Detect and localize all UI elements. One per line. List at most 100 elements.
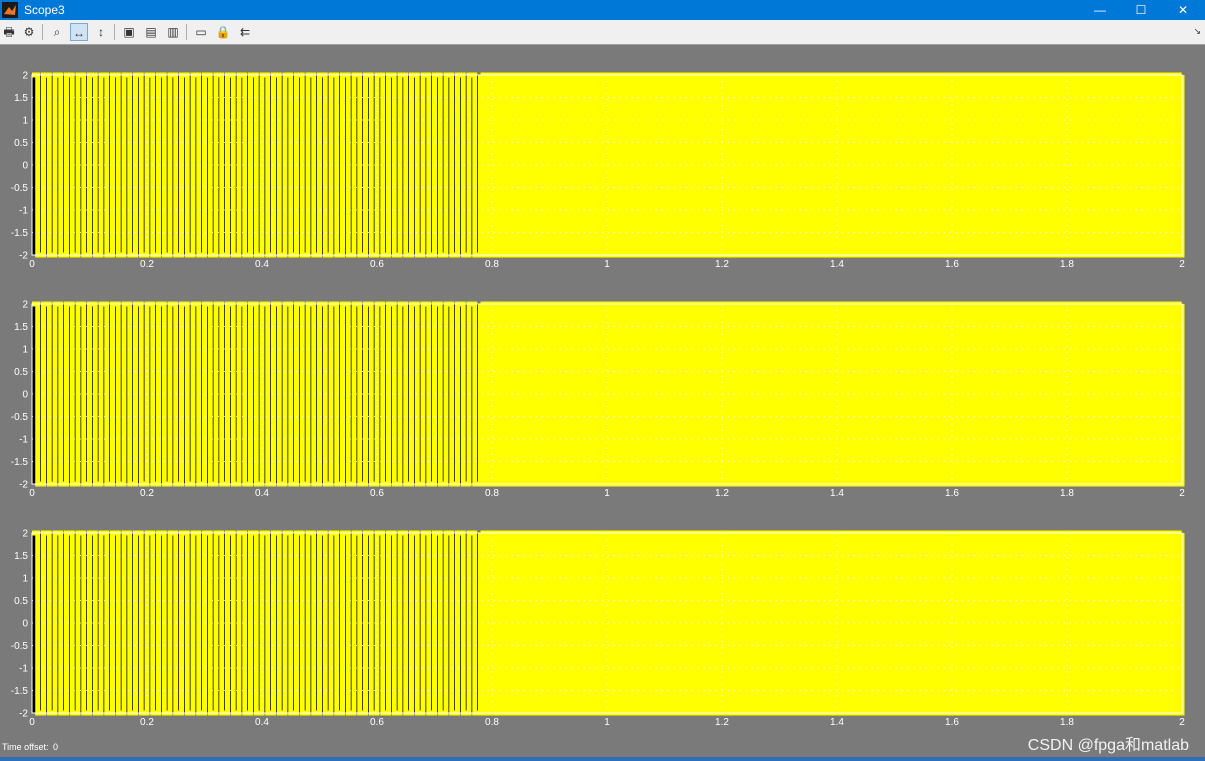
autoscale-icon: ▣ bbox=[123, 25, 135, 39]
floating-scope-button[interactable]: ▭ bbox=[192, 23, 210, 41]
scope-plot-area: 0 0.2 0.4 0.6 0.8 1 1.2 1.4 1.6 1.8 2 2 1.5 1 0.5 0 -0.5… bbox=[11, 71, 1185, 729]
scope-axes-3: 0 0.2 0.4 0.6 0.8 1 1.2 1.4 1.6 1.8 2 2 1.5 1 0.5 0 -0.5… bbox=[11, 529, 1185, 729]
status-line bbox=[0, 757, 1205, 761]
window-title: Scope3 bbox=[24, 3, 65, 17]
y-tick-label: 0.5 bbox=[14, 138, 28, 149]
x-tick-label: 2 bbox=[1179, 488, 1185, 499]
x-tick-label: 0.2 bbox=[140, 259, 154, 270]
x-tick-label: 1.8 bbox=[1060, 717, 1074, 728]
scope-axes-1: 0 0.2 0.4 0.6 0.8 1 1.2 1.4 1.6 1.8 2 2 1.5 1 0.5 0 -0.5… bbox=[11, 71, 1185, 271]
y-tick-label: 1 bbox=[22, 574, 28, 585]
x-tick-label: 0.8 bbox=[485, 488, 499, 499]
save-axes-icon: ▤ bbox=[145, 25, 157, 39]
zoom-x-icon: ↔ bbox=[73, 26, 85, 40]
x-tick-label: 1.4 bbox=[830, 717, 844, 728]
y-tick-label: 2 bbox=[22, 529, 28, 540]
y-tick-label: -1.5 bbox=[11, 686, 29, 697]
restore-axes-button[interactable]: ▥ bbox=[164, 23, 182, 41]
gear-icon: ⚙ bbox=[23, 25, 35, 39]
y-tick-label: -1 bbox=[19, 206, 28, 217]
x-tick-label: 0.2 bbox=[140, 488, 154, 499]
y-tick-label: 0.5 bbox=[14, 367, 28, 378]
floating-scope-icon: ▭ bbox=[195, 25, 207, 39]
y-tick-label: 0 bbox=[22, 161, 28, 172]
x-tick-label: 1 bbox=[604, 488, 610, 499]
x-tick-label: 1 bbox=[604, 259, 610, 270]
y-tick-label: 0 bbox=[22, 390, 28, 401]
toolbar-separator bbox=[114, 24, 115, 40]
lock-icon: 🔒 bbox=[215, 25, 231, 39]
save-axes-button[interactable]: ▤ bbox=[142, 23, 160, 41]
title-bar: Scope3 — ☐ ✕ bbox=[0, 0, 1205, 20]
y-tick-label: 1 bbox=[22, 345, 28, 356]
x-tick-label: 1.6 bbox=[945, 717, 959, 728]
x-tick-label: 0.6 bbox=[370, 259, 384, 270]
x-tick-label: 0.4 bbox=[255, 488, 269, 499]
toolbar-separator bbox=[186, 24, 187, 40]
y-tick-label: 0.5 bbox=[14, 596, 28, 607]
toolbar-corner-arrow-icon[interactable]: ↘ bbox=[1193, 26, 1201, 37]
x-tick-label: 0 bbox=[29, 488, 35, 499]
y-tick-label: 2 bbox=[22, 300, 28, 311]
time-offset-label: Time offset: bbox=[2, 742, 49, 752]
x-tick-label: 0 bbox=[29, 717, 35, 728]
x-tick-label: 1.6 bbox=[945, 488, 959, 499]
x-tick-label: 1.2 bbox=[715, 259, 729, 270]
x-tick-label: 0.8 bbox=[485, 717, 499, 728]
y-tick-label: -2 bbox=[19, 480, 28, 491]
x-tick-label: 0.6 bbox=[370, 717, 384, 728]
x-tick-label: 1.6 bbox=[945, 259, 959, 270]
close-button[interactable]: ✕ bbox=[1163, 0, 1203, 20]
x-tick-label: 0.4 bbox=[255, 259, 269, 270]
signal-selection-icon: ⇇ bbox=[239, 25, 251, 39]
y-tick-label: -2 bbox=[19, 251, 28, 262]
zoom-y-icon: ↕ bbox=[98, 25, 104, 39]
x-tick-label: 1.2 bbox=[715, 488, 729, 499]
toolbar-separator bbox=[42, 24, 43, 40]
autoscale-button[interactable]: ▣ bbox=[120, 23, 138, 41]
x-tick-label: 0.8 bbox=[485, 259, 499, 270]
x-tick-label: 1.4 bbox=[830, 259, 844, 270]
x-tick-label: 1.2 bbox=[715, 717, 729, 728]
y-tick-label: -1.5 bbox=[11, 457, 29, 468]
x-tick-label: 2 bbox=[1179, 717, 1185, 728]
time-offset-value: 0 bbox=[53, 742, 59, 752]
y-tick-label: 1 bbox=[22, 116, 28, 127]
zoom-x-button[interactable]: ↔ bbox=[70, 23, 88, 41]
parameters-button[interactable]: ⚙ bbox=[20, 23, 38, 41]
x-tick-label: 0.4 bbox=[255, 717, 269, 728]
x-tick-label: 0 bbox=[29, 259, 35, 270]
maximize-button[interactable]: ☐ bbox=[1121, 0, 1161, 20]
y-tick-label: -1.5 bbox=[11, 228, 29, 239]
x-tick-label: 1.8 bbox=[1060, 259, 1074, 270]
signal-selection-button[interactable]: ⇇ bbox=[236, 23, 254, 41]
y-tick-label: -1 bbox=[19, 664, 28, 675]
y-tick-label: 1.5 bbox=[14, 322, 28, 333]
lock-axes-button[interactable]: 🔒 bbox=[214, 23, 232, 41]
magnifier-icon: ⌕ bbox=[53, 25, 61, 39]
minimize-button[interactable]: — bbox=[1080, 0, 1120, 20]
matlab-logo-icon bbox=[2, 2, 18, 18]
y-tick-label: 0 bbox=[22, 619, 28, 630]
watermark: CSDN @fpga和matlab bbox=[1027, 737, 1189, 754]
print-button[interactable]: 🖶 bbox=[0, 23, 18, 41]
y-tick-label: -0.5 bbox=[11, 641, 29, 652]
printer-icon: 🖶 bbox=[3, 25, 15, 39]
y-tick-label: -2 bbox=[19, 709, 28, 720]
y-tick-label: -0.5 bbox=[11, 412, 29, 423]
zoom-button[interactable]: ⌕ bbox=[48, 23, 66, 41]
y-tick-label: 1.5 bbox=[14, 551, 28, 562]
x-tick-label: 1.8 bbox=[1060, 488, 1074, 499]
toolbar: ↘ 🖶 ⚙ ⌕ ↔ ↕ ▣ ▤ ▥ ▭ 🔒 ⇇ bbox=[0, 20, 1205, 45]
x-tick-label: 0.6 bbox=[370, 488, 384, 499]
restore-axes-icon: ▥ bbox=[167, 25, 179, 39]
y-tick-label: -1 bbox=[19, 435, 28, 446]
y-tick-label: -0.5 bbox=[11, 183, 29, 194]
time-offset: Time offset: 0 bbox=[0, 742, 58, 752]
x-tick-label: 1 bbox=[604, 717, 610, 728]
y-tick-label: 1.5 bbox=[14, 93, 28, 104]
x-tick-label: 0.2 bbox=[140, 717, 154, 728]
y-tick-label: 2 bbox=[22, 71, 28, 82]
x-tick-label: 2 bbox=[1179, 259, 1185, 270]
zoom-y-button[interactable]: ↕ bbox=[92, 23, 110, 41]
